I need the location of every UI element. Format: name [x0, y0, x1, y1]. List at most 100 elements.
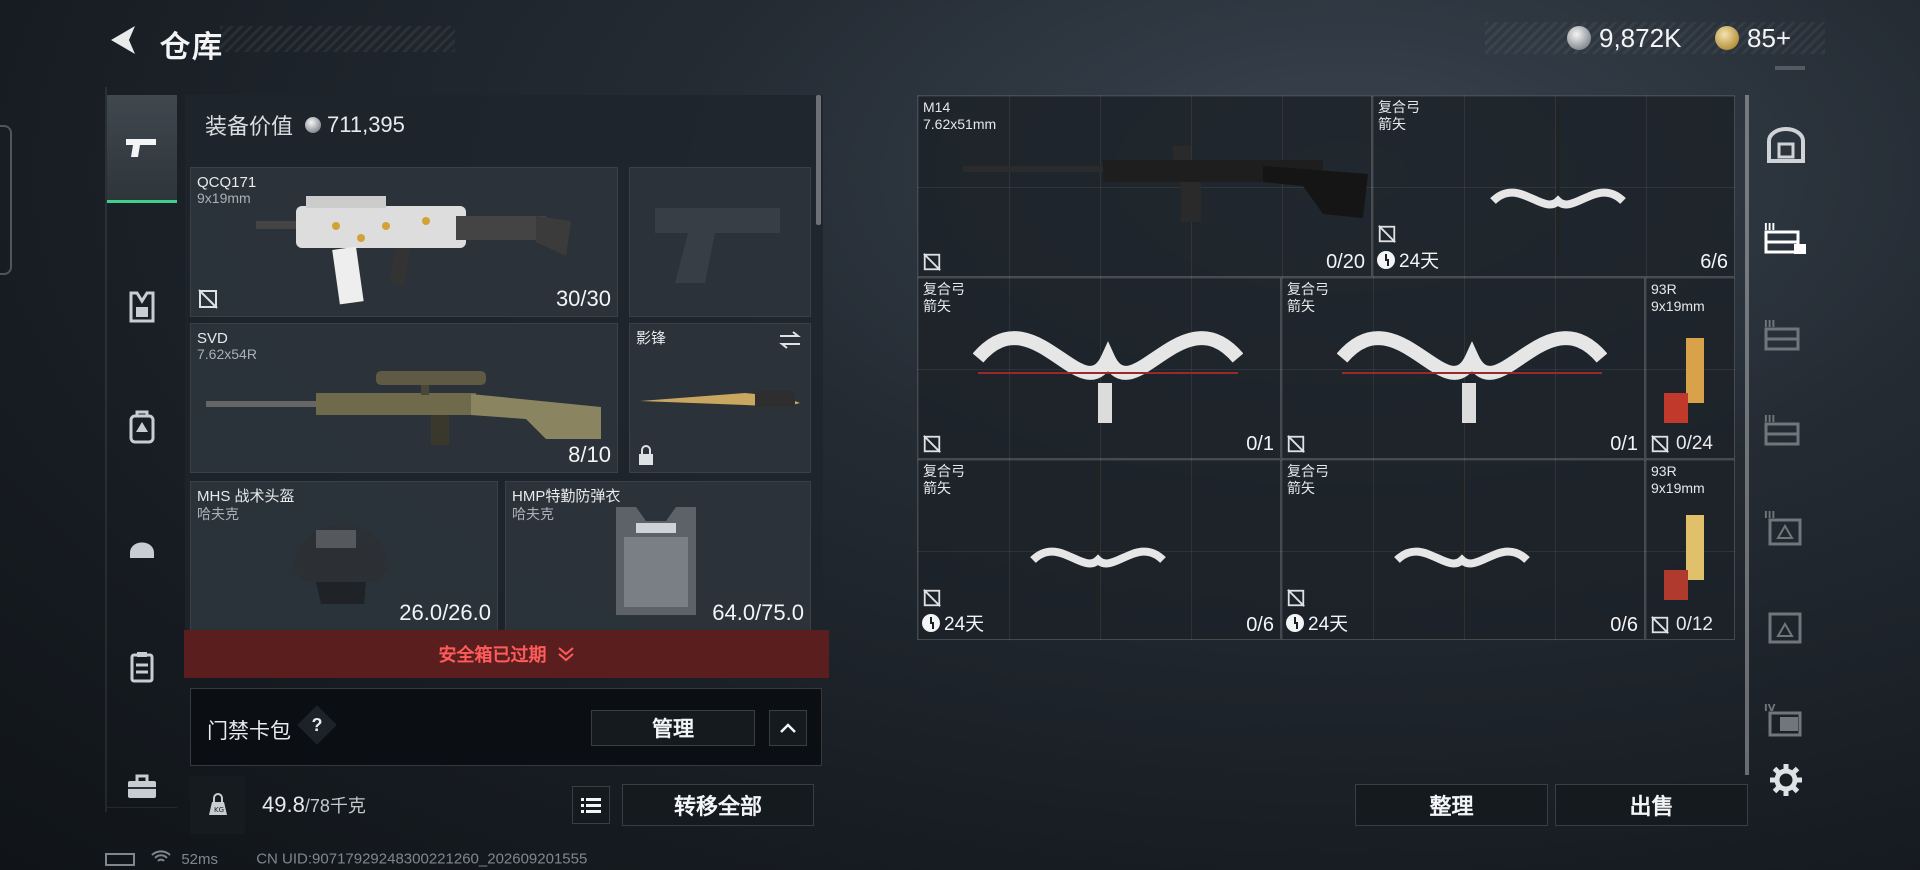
category-rail — [105, 87, 177, 812]
tab-warehouse-4[interactable]: III — [1752, 492, 1820, 562]
sniper-rifle-image — [206, 371, 601, 445]
tab-warehouse-2[interactable]: III — [1752, 300, 1820, 370]
vest-image — [616, 507, 696, 615]
item-info: 0/24 — [1650, 433, 1713, 455]
title-decoration — [220, 26, 455, 52]
warehouse-item-compound-bow[interactable]: 复合弓 箭矢 24天 6/6 — [1372, 95, 1735, 277]
tab-warehouse-3[interactable]: III — [1752, 395, 1820, 465]
wifi-icon — [151, 850, 175, 868]
slot-item-name: MHS 战术头盔 — [197, 488, 295, 505]
weight-current: 49.8 — [262, 792, 305, 817]
item-name: 复合弓 箭矢 — [1378, 99, 1420, 132]
tab-warehouse-5[interactable] — [1752, 590, 1820, 660]
list-view-button[interactable] — [572, 786, 610, 824]
rail-divider — [107, 807, 177, 808]
slot-sidearm-empty[interactable] — [629, 167, 811, 317]
slot-primary-weapon[interactable]: QCQ171 9x19mm 30/30 — [190, 167, 618, 317]
helmet-icon — [130, 542, 154, 558]
keycard-panel: 门禁卡包 ? 管理 — [190, 688, 822, 766]
slot-helmet[interactable]: MHS 战术头盔 哈夫克 26.0/26.0 — [190, 481, 498, 631]
slot-secondary-weapon[interactable]: SVD 7.62x54R 8/10 — [190, 323, 618, 473]
no-insure-icon — [1651, 616, 1669, 634]
side-drawer-handle[interactable] — [0, 125, 12, 275]
bow-image — [1030, 465, 1166, 615]
warehouse-item-compound-bow[interactable]: 复合弓 箭矢 24天 0/6 — [917, 459, 1281, 640]
slot-melee[interactable]: 影锋 — [629, 323, 811, 473]
rail-backpack[interactable] — [107, 387, 177, 467]
sort-button[interactable]: 整理 — [1355, 784, 1548, 826]
warehouse-shelf-icon: III — [1764, 319, 1800, 351]
status-bar: 52ms CN UID:90717929248300221260_2026092… — [105, 850, 587, 868]
bow-image — [973, 331, 1243, 423]
warehouse-grid: M147.62x51mm 0/20 复合弓箭矢 24天 6/6 复合弓箭矢 — [917, 95, 1737, 640]
ammo-count: 8/10 — [568, 442, 611, 467]
rail-helmet[interactable] — [107, 507, 177, 587]
sell-button[interactable]: 出售 — [1555, 784, 1748, 826]
tab-safe[interactable] — [1752, 110, 1820, 180]
tab-warehouse-1[interactable]: III — [1752, 203, 1820, 273]
pistol-image — [1664, 338, 1704, 423]
silver-amount: 9,872K — [1599, 22, 1682, 53]
weight-max: /78千克 — [304, 796, 366, 816]
help-icon[interactable]: ? — [297, 705, 337, 745]
transfer-all-button[interactable]: 转移全部 — [622, 784, 814, 826]
warehouse-item-m14[interactable]: M14 7.62x51mm 0/20 — [917, 95, 1372, 277]
slot-item-name: 影锋 — [636, 330, 667, 347]
battery-icon — [105, 852, 135, 866]
gold-currency[interactable]: 85+ — [1715, 22, 1791, 54]
item-timer: 24天 — [1377, 246, 1439, 273]
rail-armor[interactable] — [107, 267, 177, 347]
item-count: 6/6 — [1700, 251, 1728, 273]
safebox-expired-banner[interactable]: 安全箱已过期 — [184, 630, 829, 678]
list-icon — [581, 798, 601, 813]
back-button[interactable] — [105, 22, 145, 58]
no-insure-icon — [1378, 225, 1396, 243]
weight-readout: 49.8 /78千克 — [262, 792, 366, 818]
warehouse-item-compound-bow[interactable]: 复合弓 箭矢 0/1 — [917, 277, 1281, 459]
ammo-count: 30/30 — [555, 286, 611, 311]
manage-button[interactable]: 管理 — [591, 710, 755, 746]
small-marker — [1775, 66, 1805, 70]
silver-currency[interactable]: 9,872K — [1567, 22, 1681, 54]
slot-body-armor[interactable]: HMP特勤防弹衣 哈夫克 64.0/75.0 — [505, 481, 811, 631]
item-count: 0/20 — [1326, 251, 1365, 273]
safebox-expired-label: 安全箱已过期 — [438, 645, 547, 665]
helmet-image — [294, 525, 388, 604]
item-name: 复合弓 箭矢 — [1287, 463, 1329, 496]
equipment-value-row: 装备价值 711,395 — [185, 95, 805, 155]
lock-icon — [639, 445, 653, 465]
warehouse-scrollbar[interactable] — [1745, 95, 1749, 775]
equipment-value: 711,395 — [327, 112, 405, 137]
warehouse-shelf-icon: III — [1764, 414, 1800, 446]
warehouse-item-93r[interactable]: 93R 9x19mm 0/24 — [1645, 277, 1735, 459]
warehouse-case-icon: III — [1764, 510, 1802, 546]
help-glyph: ? — [311, 714, 323, 735]
equipment-scrollbar[interactable] — [816, 95, 821, 225]
item-count: 0/6 — [1610, 614, 1638, 636]
item-count: 0/24 — [1676, 433, 1713, 454]
warehouse-item-compound-bow[interactable]: 复合弓 箭矢 24天 0/6 — [1281, 459, 1645, 640]
rail-weapons[interactable] — [107, 95, 177, 203]
rail-chest-rig[interactable] — [107, 627, 177, 707]
clock-icon — [1377, 250, 1395, 269]
knife-image — [640, 391, 800, 407]
gold-coin-icon — [1715, 26, 1739, 50]
settings-button[interactable] — [1752, 745, 1820, 815]
page-title: 仓库 — [160, 31, 224, 64]
chevron-up-icon — [780, 723, 796, 733]
chevron-down-icon — [557, 647, 574, 662]
slot-item-name: SVD — [197, 330, 228, 347]
slot-item-brand: 哈夫克 — [512, 506, 554, 522]
vault-icon — [1767, 127, 1805, 163]
item-count: 0/1 — [1610, 433, 1638, 455]
warehouse-item-93r[interactable]: 93R 9x19mm 0/12 — [1645, 459, 1735, 640]
swap-icon[interactable] — [778, 330, 802, 350]
durability: 26.0/26.0 — [399, 600, 491, 625]
silver-coin-icon — [305, 117, 322, 133]
durability: 64.0/75.0 — [712, 600, 804, 625]
collapse-button[interactable] — [769, 710, 807, 746]
rail-toolbox[interactable] — [107, 747, 177, 827]
silver-coin-icon — [1567, 26, 1591, 50]
warehouse-item-compound-bow[interactable]: 复合弓 箭矢 0/1 — [1281, 277, 1645, 459]
item-timer: 24天 — [922, 609, 984, 636]
